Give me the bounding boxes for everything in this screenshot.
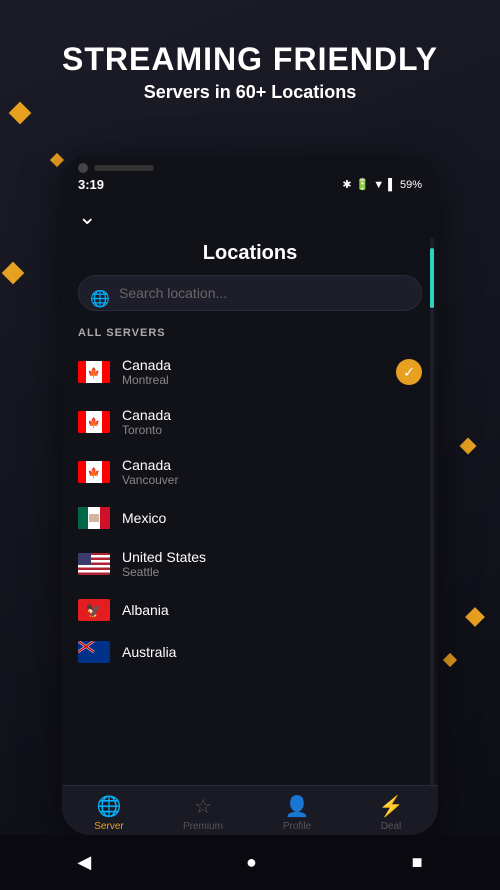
list-item[interactable]: 🍁 Canada Vancouver [62, 447, 438, 497]
nav-label-deal: Deal [381, 821, 402, 832]
location-country: Canada [122, 407, 422, 423]
bluetooth-icon: ✱ [342, 178, 351, 191]
marketing-title: STREAMING FRIENDLY [20, 40, 480, 78]
screen-content: Locations 🌐 Search location... ALL SERVE… [62, 238, 438, 835]
flag-mexico [78, 507, 110, 529]
location-country: Albania [122, 602, 422, 618]
bottom-nav: 🌐 Server ☆ Premium 👤 Profile ⚡ Deal [62, 785, 438, 835]
svg-text:🍁: 🍁 [88, 416, 100, 429]
svg-text:🍁: 🍁 [88, 466, 100, 479]
camera-bar [94, 165, 154, 171]
battery-percentage: 59% [400, 179, 422, 191]
phone-mockup: 3:19 ✱ 🔋 ▼ ▌ 59% ⌄ Locations 🌐 Search lo… [62, 155, 438, 835]
nav-item-deal[interactable]: ⚡ Deal [344, 794, 438, 832]
status-time: 3:19 [78, 177, 104, 192]
location-city: Montreal [122, 373, 384, 387]
battery-saver-icon: 🔋 [356, 178, 370, 191]
server-icon: 🌐 [97, 794, 122, 819]
search-bar[interactable]: 🌐 Search location... [78, 275, 422, 311]
camera-dot [78, 163, 88, 173]
list-item[interactable]: 🍁 Canada Montreal ✓ [62, 347, 438, 397]
list-item[interactable]: Mexico [62, 497, 438, 539]
wifi-icon: ▼ [373, 179, 384, 191]
location-city: Vancouver [122, 473, 422, 487]
nav-label-profile: Profile [283, 821, 311, 832]
location-info: Albania [122, 602, 422, 618]
nav-label-server: Server [94, 821, 123, 832]
location-info: Canada Vancouver [122, 457, 422, 487]
flag-canada: 🍁 [78, 361, 110, 383]
premium-icon: ☆ [194, 794, 212, 819]
profile-icon: 👤 [285, 794, 310, 819]
svg-text:🦅: 🦅 [86, 602, 102, 618]
location-info: United States Seattle [122, 549, 422, 579]
location-city: Seattle [122, 565, 422, 579]
recents-button[interactable]: ■ [412, 852, 423, 873]
location-country: Canada [122, 357, 384, 373]
status-bar: 3:19 ✱ 🔋 ▼ ▌ 59% [62, 173, 438, 196]
system-nav: ◀ ● ■ [0, 835, 500, 890]
nav-label-premium: Premium [183, 821, 223, 832]
nav-back-button[interactable]: ⌄ [62, 196, 438, 238]
location-country: Australia [122, 644, 422, 660]
location-country: Mexico [122, 510, 422, 526]
home-button[interactable]: ● [246, 852, 257, 873]
marketing-subtitle: Servers in 60+ Locations [20, 82, 480, 103]
location-info: Australia [122, 644, 422, 660]
location-country: United States [122, 549, 422, 565]
svg-text:🍁: 🍁 [88, 366, 100, 379]
list-item[interactable]: 🍁 Canada Toronto [62, 397, 438, 447]
page-title: Locations [62, 238, 438, 275]
marketing-section: STREAMING FRIENDLY Servers in 60+ Locati… [0, 40, 500, 103]
location-city: Toronto [122, 423, 422, 437]
search-icon: 🌐 [90, 289, 110, 309]
selected-check-icon: ✓ [396, 359, 422, 385]
chevron-down-icon: ⌄ [78, 204, 96, 229]
nav-item-premium[interactable]: ☆ Premium [156, 794, 250, 832]
search-container: 🌐 Search location... [62, 275, 438, 323]
nav-item-profile[interactable]: 👤 Profile [250, 794, 344, 832]
section-label: ALL SERVERS [62, 323, 438, 347]
deal-icon: ⚡ [379, 794, 404, 819]
location-info: Mexico [122, 510, 422, 526]
flag-australia [78, 641, 110, 663]
search-placeholder: Search location... [119, 285, 227, 301]
nav-item-server[interactable]: 🌐 Server [62, 794, 156, 832]
flag-canada: 🍁 [78, 411, 110, 433]
camera-area [78, 163, 154, 173]
list-item[interactable]: Australia [62, 631, 438, 673]
location-country: Canada [122, 457, 422, 473]
flag-usa [78, 553, 110, 575]
signal-icon: ▌ [388, 179, 396, 191]
list-item[interactable]: United States Seattle [62, 539, 438, 589]
location-info: Canada Montreal [122, 357, 384, 387]
location-list: 🍁 Canada Montreal ✓ 🍁 [62, 347, 438, 673]
scroll-thumb [430, 248, 434, 308]
flag-albania: 🦅 [78, 599, 110, 621]
phone-top-bar [62, 155, 438, 173]
status-icons: ✱ 🔋 ▼ ▌ 59% [342, 178, 422, 191]
back-button[interactable]: ◀ [77, 852, 91, 873]
location-info: Canada Toronto [122, 407, 422, 437]
flag-canada: 🍁 [78, 461, 110, 483]
list-item[interactable]: 🦅 Albania [62, 589, 438, 631]
